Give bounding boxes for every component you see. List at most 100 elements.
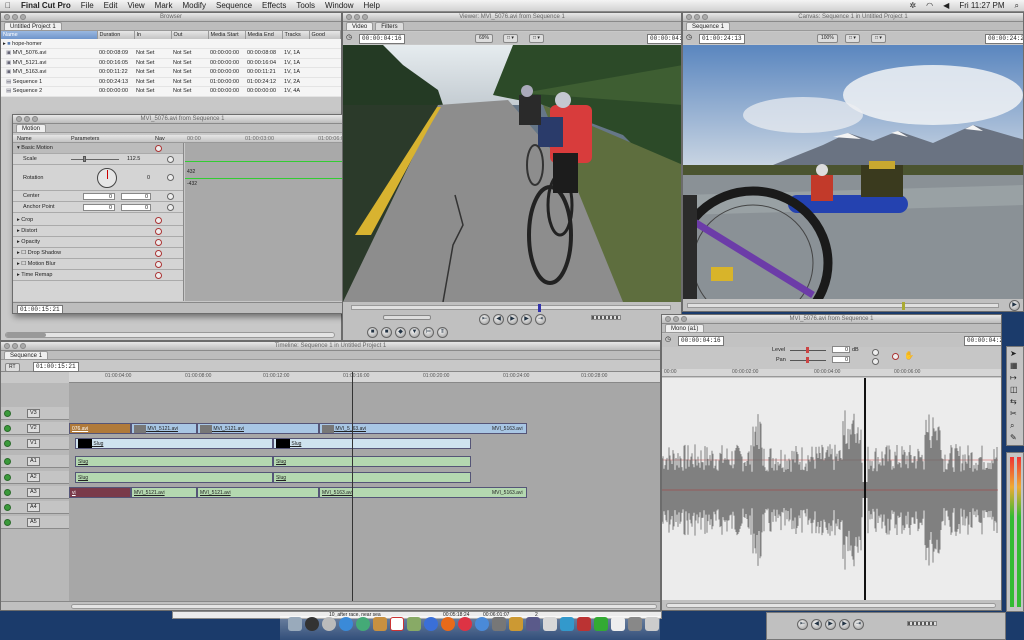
spotlight-icon[interactable]: ⌕	[1010, 1, 1024, 11]
row-time-remap[interactable]: ▸ Time Remap	[13, 270, 183, 281]
timeline-clip-slug[interactable]: Slug	[273, 438, 471, 449]
tab-motion[interactable]: Motion	[16, 124, 47, 132]
scale-value[interactable]: 112.5	[127, 154, 140, 165]
app-icon[interactable]	[475, 617, 489, 631]
timeline-audio-clip[interactable]: MVI_5163.avi MVI_5163.avi	[319, 487, 527, 498]
track-header-v1[interactable]: V1	[1, 437, 69, 450]
timeline-audio-clip[interactable]: Slug	[75, 472, 273, 483]
track-header-a2[interactable]: A2	[1, 471, 69, 484]
mark-clip-button[interactable]: ■	[381, 327, 392, 338]
keyframe-icon[interactable]	[167, 193, 174, 200]
timeline-scrollbar[interactable]	[71, 604, 657, 609]
view-popup[interactable]: □ ▾	[503, 34, 518, 43]
table-row[interactable]: ▤ Sequence 2 00:00:00:00 Not Set Not Set 00:…	[1, 86, 341, 97]
column-duration[interactable]: Duration	[97, 31, 135, 39]
viewer-scrubber[interactable]	[351, 304, 671, 312]
app-icon[interactable]	[526, 617, 540, 631]
match-frame-button[interactable]: ■	[367, 327, 378, 338]
bluetooth-icon[interactable]: ✲	[904, 1, 921, 10]
reset-icon[interactable]	[892, 353, 899, 360]
audio-playhead[interactable]	[864, 378, 866, 600]
play-in-to-out-button[interactable]: ⇤	[479, 314, 490, 325]
row-basic-motion[interactable]: ▾ Basic Motion	[13, 143, 183, 154]
timeline-audio-clip[interactable]: vi	[69, 487, 131, 498]
canvas-zoom-popup[interactable]: 100%	[817, 34, 838, 43]
volume-icon[interactable]: ◀	[938, 1, 954, 10]
keyframe-icon[interactable]	[167, 174, 174, 181]
shuttle-slider[interactable]	[383, 315, 431, 320]
zoom-tool-icon[interactable]: ⌕	[1010, 421, 1014, 431]
browser-scrollbar[interactable]	[5, 332, 335, 338]
column-name[interactable]: Name	[1, 31, 98, 39]
menu-effects[interactable]: Effects	[257, 1, 291, 10]
row-scale[interactable]: Scale 112.5	[13, 154, 183, 165]
timeline-clip[interactable]: 076.avi	[69, 423, 131, 434]
rotation-dial[interactable]	[97, 168, 117, 188]
apple-icon[interactable]: 	[0, 1, 16, 10]
slip-tool-icon[interactable]: ⇆	[1010, 397, 1017, 406]
keyframe-icon[interactable]	[872, 358, 879, 365]
track-header-a5[interactable]: A5	[1, 516, 69, 529]
keyframe-icon[interactable]	[167, 156, 174, 163]
timeline-audio-clip[interactable]: MVI_5121.avi	[197, 487, 319, 498]
ical-icon[interactable]	[390, 617, 404, 631]
step-back-button[interactable]: ◀	[811, 619, 822, 630]
menu-clock[interactable]: Fri 11:27 PM	[954, 1, 1009, 10]
tab-sequence-1[interactable]: Sequence 1	[686, 22, 731, 30]
timeline-clip-slug[interactable]: Slug	[75, 438, 273, 449]
center-x-field[interactable]: 0	[83, 193, 115, 200]
address-book-icon[interactable]	[373, 617, 387, 631]
tab-mono-a1[interactable]: Mono (a1)	[665, 324, 705, 332]
app-icon[interactable]	[492, 617, 506, 631]
audio-waveform[interactable]	[662, 378, 1001, 600]
table-row[interactable]: ▣ MVI_5121.avi 00:00:16:05 Not Set Not Set 0…	[1, 58, 341, 68]
trash-icon[interactable]	[645, 617, 659, 631]
timeline-clip[interactable]: MVI_5_63.avi MVI_5163.avi	[319, 423, 527, 434]
timeline-clip[interactable]: MVI_5121.avi	[131, 423, 197, 434]
viewer-duration-timecode[interactable]: 00:00:04:16	[359, 34, 405, 44]
keyframe-icon[interactable]	[167, 204, 174, 211]
reset-icon[interactable]	[155, 217, 162, 224]
timeline-audio-clip[interactable]: Slug	[75, 456, 273, 467]
center-y-field[interactable]: 0	[121, 193, 151, 200]
edit-select-tool-icon[interactable]: ▦	[1010, 361, 1018, 370]
play-in-to-out-button[interactable]: ⇤	[797, 619, 808, 630]
playhead-sync-popup[interactable]: □ ▾	[529, 34, 544, 43]
menu-tools[interactable]: Tools	[291, 1, 320, 10]
disclosure-triangle-icon[interactable]: ▸	[3, 41, 6, 47]
menu-sequence[interactable]: Sequence	[211, 1, 257, 10]
table-row[interactable]: ▸ ■ hope-homer	[1, 39, 341, 49]
row-anchor-point[interactable]: Anchor Point 0 0	[13, 202, 183, 213]
timeline-audio-clip[interactable]: MVI_5121.avi	[131, 487, 197, 498]
timeline-playhead[interactable]	[352, 372, 353, 601]
rt-popup[interactable]: RT	[5, 363, 20, 372]
jog-wheel[interactable]	[907, 621, 937, 626]
menu-edit[interactable]: Edit	[99, 1, 123, 10]
app-icon[interactable]	[458, 617, 472, 631]
viewer-current-timecode[interactable]: 00:00:04:28	[647, 34, 681, 44]
mark-in-button[interactable]: ⊨	[423, 327, 434, 338]
app-icon[interactable]	[628, 617, 642, 631]
table-row[interactable]: ▣ MVI_5076.avi 00:00:08:09 Not Set Not Set 0…	[1, 48, 341, 59]
ichat-icon[interactable]	[356, 617, 370, 631]
tab-untitled-project[interactable]: Untitled Project 1	[4, 22, 62, 30]
pen-tool-icon[interactable]: ✎	[1010, 433, 1017, 442]
selection-tool-icon[interactable]: ➤	[1010, 349, 1017, 358]
preview-icon[interactable]	[407, 617, 421, 631]
reset-icon[interactable]	[155, 145, 162, 152]
menu-modify[interactable]: Modify	[177, 1, 211, 10]
column-in[interactable]: In	[134, 31, 172, 39]
audio-current-timecode[interactable]: 00:00:04:28	[964, 336, 1001, 346]
timeline-timecode[interactable]: 01:00:15:21	[33, 362, 79, 372]
keyframe-icon[interactable]	[872, 349, 879, 356]
timeline-clip[interactable]: MVI_5121.avi	[197, 423, 319, 434]
playhead-marker[interactable]	[538, 304, 541, 312]
jog-wheel[interactable]	[591, 315, 621, 320]
add-keyframe-button[interactable]: ◆	[395, 327, 406, 338]
reset-icon[interactable]	[155, 272, 162, 279]
menu-window[interactable]: Window	[320, 1, 358, 10]
playhead-marker[interactable]	[902, 302, 905, 310]
reset-icon[interactable]	[155, 250, 162, 257]
column-media-start[interactable]: Media Start	[208, 31, 246, 39]
step-forward-button[interactable]: ▶	[839, 619, 850, 630]
